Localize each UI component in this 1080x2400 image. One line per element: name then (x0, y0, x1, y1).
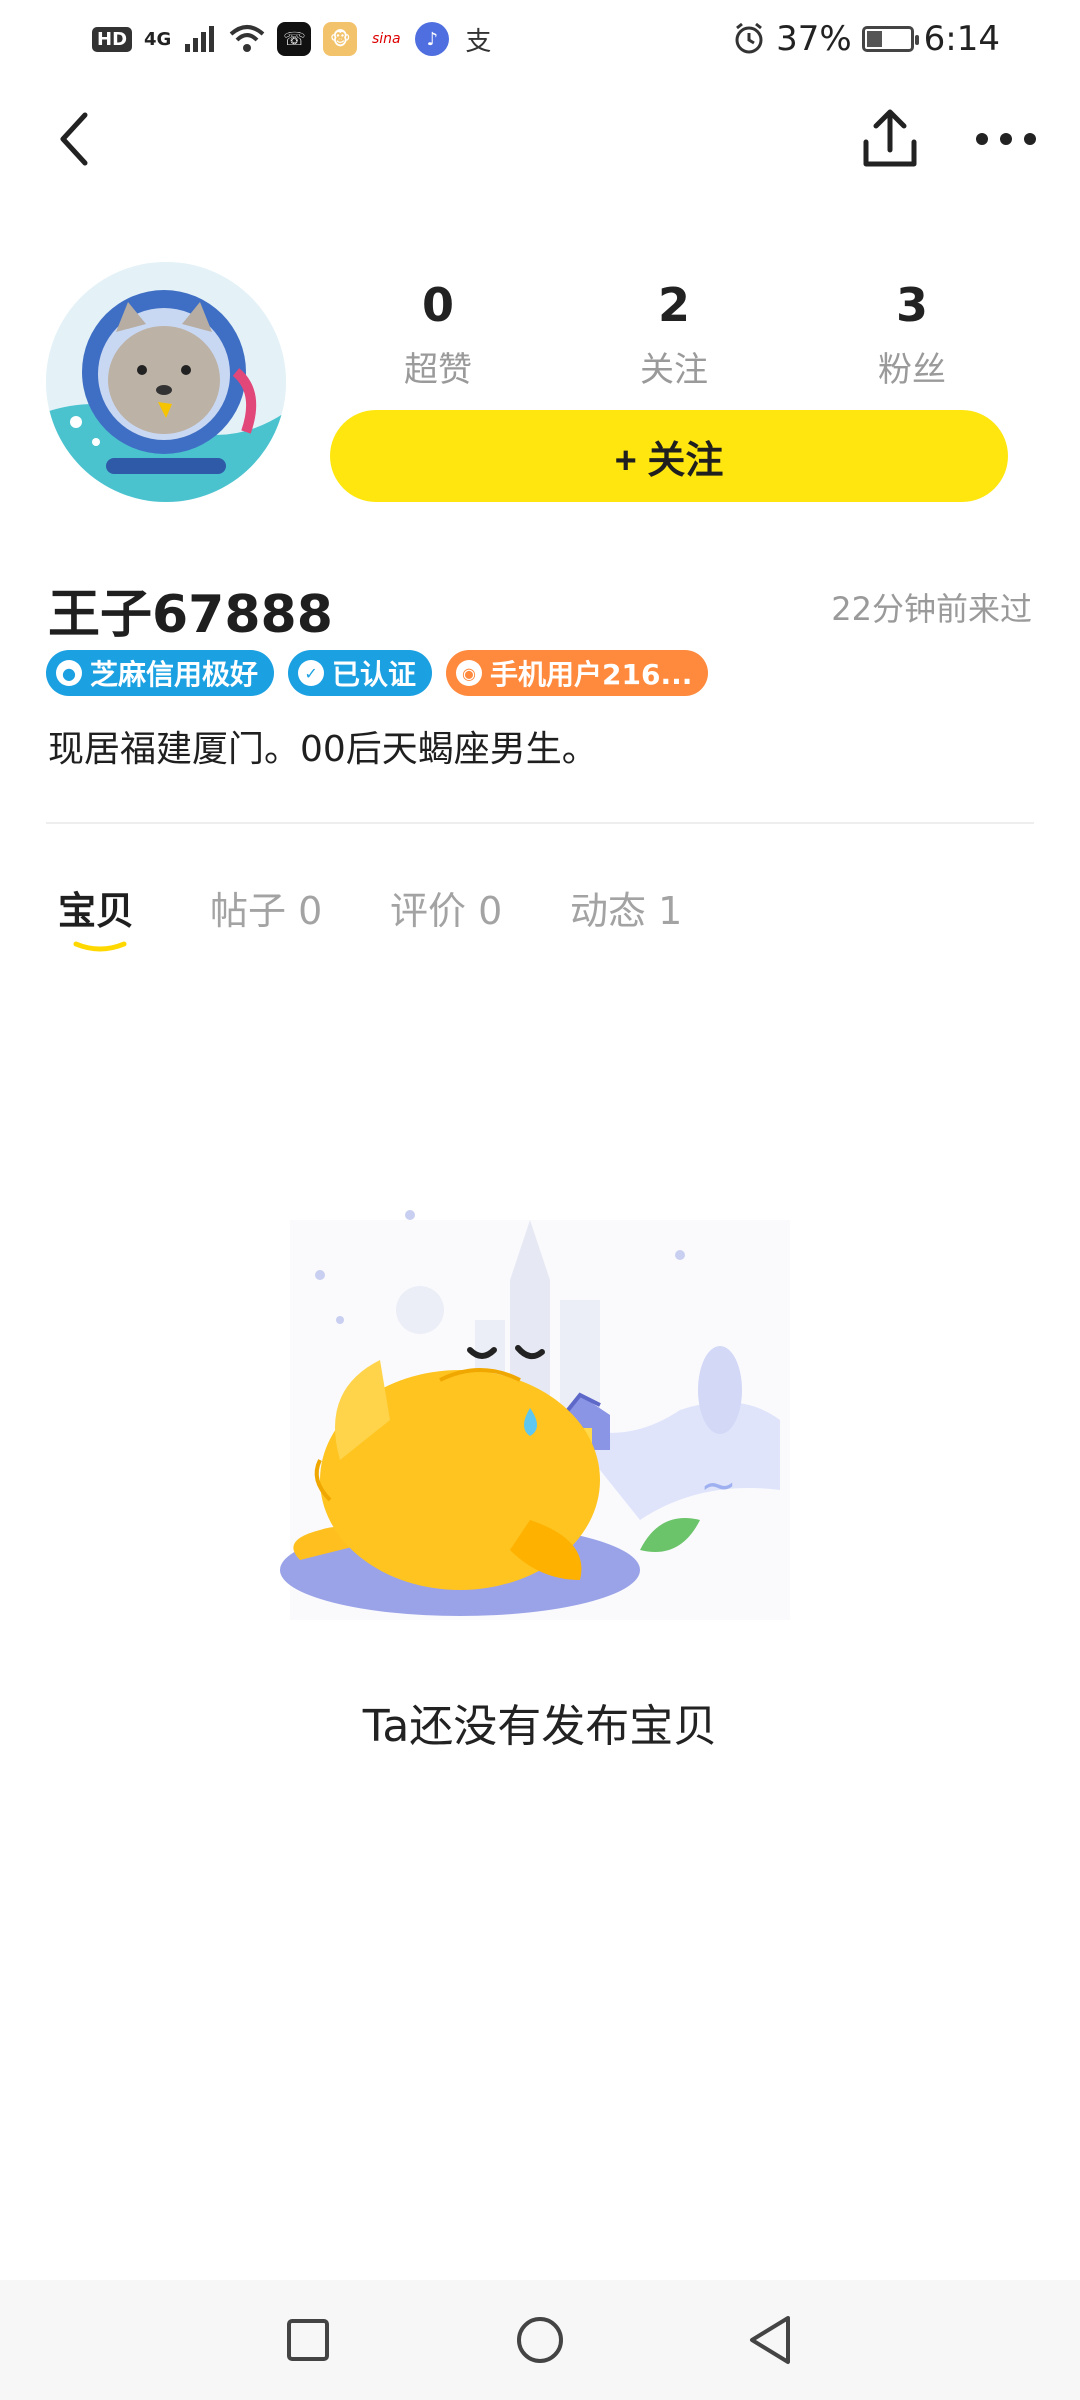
top-nav (0, 90, 1080, 200)
system-nav-bar (0, 2280, 1080, 2400)
sad-fish-illustration: ~ (280, 1205, 790, 1620)
stat-likes[interactable]: 0 超赞 (358, 282, 518, 391)
home-button[interactable] (504, 2304, 576, 2376)
weibo-badge[interactable]: ◉ 手机用户216... (446, 650, 709, 696)
music-app-icon: ♪ (415, 22, 450, 56)
follow-button[interactable]: + 关注 (330, 410, 1008, 502)
divider (46, 822, 1034, 824)
astronaut-cat-avatar (46, 262, 286, 502)
stat-following[interactable]: 2 关注 (594, 282, 754, 391)
battery-percent: 37% (776, 19, 852, 59)
badge-label: 芝麻信用极好 (90, 658, 259, 691)
phone-app-icon: ☏ (277, 22, 312, 56)
stat-value: 3 (895, 278, 928, 332)
more-button[interactable] (966, 104, 1046, 174)
last-visit-time: 22分钟前来过 (831, 590, 1032, 628)
weibo-icon: ◉ (456, 660, 483, 686)
tab-activity[interactable]: 动态 1 (570, 880, 682, 935)
stat-value: 2 (657, 278, 690, 332)
wifi-icon (230, 25, 265, 52)
stat-value: 0 (421, 278, 454, 332)
chevron-left-icon (60, 112, 88, 166)
tab-reviews[interactable]: 评价 0 (390, 880, 502, 935)
stat-label: 关注 (640, 350, 708, 390)
stat-label: 超赞 (404, 350, 472, 390)
tab-posts[interactable]: 帖子 0 (210, 880, 322, 935)
tab-items[interactable]: 宝贝 (58, 880, 134, 935)
svg-text:~: ~ (700, 1460, 737, 1511)
battery-level (866, 31, 882, 47)
network-type: 4G (144, 28, 172, 50)
hd-indicator: HD (92, 26, 133, 52)
sina-app-icon: sina (369, 22, 404, 56)
stat-followers[interactable]: 3 粉丝 (832, 282, 992, 391)
username: 王子67888 (48, 585, 333, 645)
share-upload-icon (863, 109, 917, 167)
tab-active-indicator (73, 941, 127, 952)
avatar[interactable] (46, 262, 286, 502)
status-right: 37% 6:14 (732, 14, 1000, 64)
share-button[interactable] (850, 104, 930, 174)
status-bar: HD 4G ☏ 🐵 sina ♪ 支 37% 6:14 (0, 0, 1080, 80)
battery-icon (861, 26, 919, 52)
circle-icon (517, 2317, 563, 2363)
stat-label: 粉丝 (878, 350, 946, 390)
sesame-icon: ● (56, 660, 82, 686)
signal-icon (185, 26, 215, 52)
bio: 现居福建厦门。00后天蝎座男生。 (48, 729, 598, 770)
status-left: HD 4G ☏ 🐵 sina ♪ 支 (92, 14, 496, 64)
back-button[interactable] (40, 104, 110, 174)
more-dots-icon (976, 133, 1036, 145)
tab-bar: 宝贝 帖子 0 评价 0 动态 1 (0, 880, 1080, 960)
badge-row: ● 芝麻信用极好 ✓ 已认证 ◉ 手机用户216... (46, 650, 709, 696)
sesame-credit-badge[interactable]: ● 芝麻信用极好 (46, 650, 275, 696)
monkey-app-icon: 🐵 (323, 22, 358, 56)
triangle-back-icon (750, 2316, 790, 2364)
verified-badge[interactable]: ✓ 已认证 (288, 650, 433, 696)
recent-apps-button[interactable] (272, 2304, 344, 2376)
back-nav-button[interactable] (734, 2304, 806, 2376)
empty-state-message: Ta还没有发布宝贝 (362, 1701, 718, 1752)
badge-label: 手机用户216... (490, 658, 693, 691)
clock: 6:14 (923, 19, 1000, 59)
badge-label: 已认证 (332, 658, 417, 691)
alipay-app-icon: 支 (461, 22, 496, 57)
alarm-icon (735, 22, 763, 54)
verified-icon: ✓ (298, 660, 325, 686)
square-icon (287, 2319, 329, 2361)
